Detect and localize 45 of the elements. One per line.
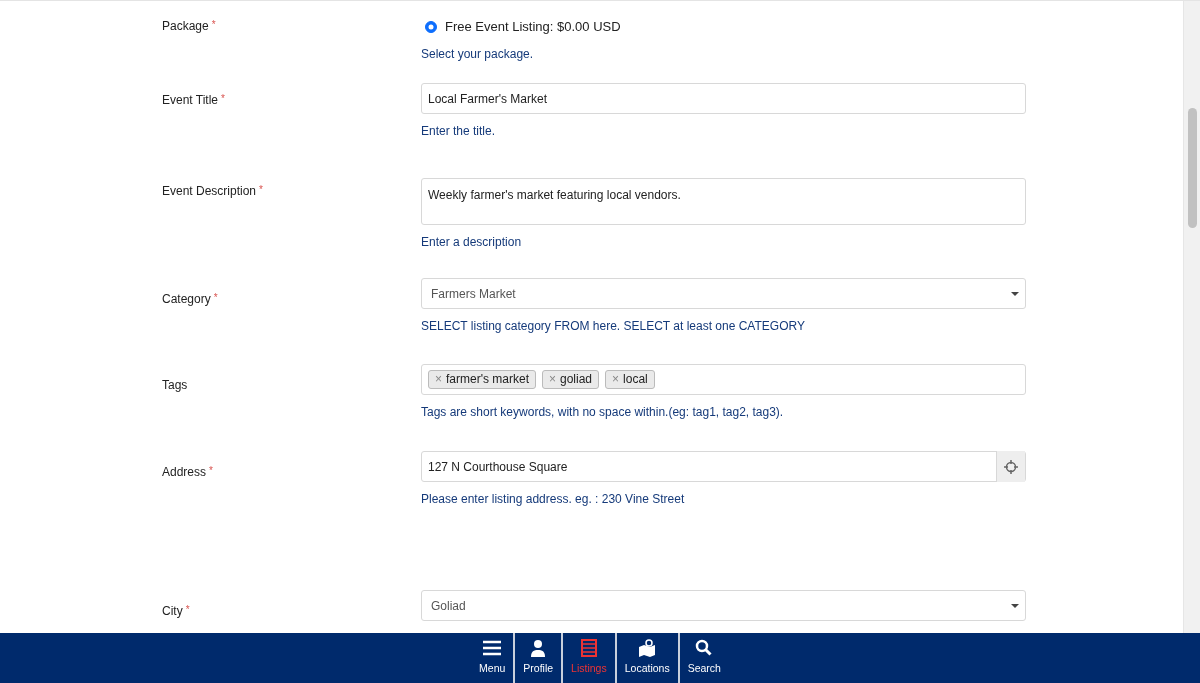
field-label: Category: [162, 292, 211, 306]
select-field[interactable]: Farmers Market: [421, 278, 1026, 309]
address-field[interactable]: 127 N Courthouse Square: [421, 451, 1026, 482]
field-label: Event Description: [162, 184, 257, 198]
select-value: Farmers Market: [430, 285, 517, 303]
field-label: Address: [162, 465, 207, 479]
help-text: Select your package.: [421, 45, 534, 63]
nav-tab[interactable]: Search: [677, 633, 729, 683]
scrollbar-thumb[interactable]: [1188, 108, 1197, 228]
help-text: SELECT listing category FROM here. SELECT at least one CATEGORY: [421, 318, 805, 335]
radio-button[interactable]: [425, 20, 437, 33]
nav-tab[interactable]: Profile: [513, 633, 562, 683]
help-text: Enter the title.: [421, 123, 496, 140]
menu-icon: [482, 639, 503, 657]
tag-chip[interactable]: × goliad: [542, 370, 600, 389]
tag-chip[interactable]: × farmer's market: [428, 370, 536, 389]
field-label: Event Title: [162, 93, 219, 107]
crosshair-icon: [1004, 459, 1018, 474]
field-label: City: [162, 604, 183, 618]
required-mark: *: [259, 184, 263, 195]
help-text: Enter a description: [421, 234, 522, 251]
input-field[interactable]: Local Farmer's Market: [421, 83, 1026, 114]
help-text: Tags are short keywords, with no space within.(eg: tag1, tag2, tag3).: [421, 404, 784, 421]
required-mark: *: [185, 604, 190, 615]
required-mark: *: [211, 19, 216, 30]
radio-label: Free Event Listing: $0.00 USD: [445, 18, 621, 36]
map-pin-icon: [637, 639, 658, 657]
list-icon: [578, 639, 599, 657]
nav-tab[interactable]: Listings: [561, 633, 615, 683]
required-mark: *: [209, 465, 213, 476]
field-label: Package: [162, 19, 209, 33]
required-mark: *: [221, 93, 225, 104]
scrollbar[interactable]: [1183, 1, 1200, 634]
select-value: Goliad: [430, 597, 467, 615]
help-text: Please enter listing address. eg. : 230 Vine Street: [421, 491, 685, 508]
caret-icon: [1011, 603, 1019, 608]
required-mark: *: [213, 292, 218, 303]
tag-input[interactable]: × farmer's market × goliad × local: [421, 364, 1026, 395]
text-area[interactable]: Weekly farmer's market featuring local vendors.: [421, 178, 1026, 225]
field-label: Tags: [162, 378, 188, 392]
nav-tab[interactable]: Menu: [471, 633, 514, 683]
tag-chip[interactable]: × local: [605, 370, 655, 389]
caret-icon: [1011, 291, 1019, 296]
select-field[interactable]: Goliad: [421, 590, 1026, 621]
nav-tab[interactable]: Locations: [614, 633, 678, 683]
